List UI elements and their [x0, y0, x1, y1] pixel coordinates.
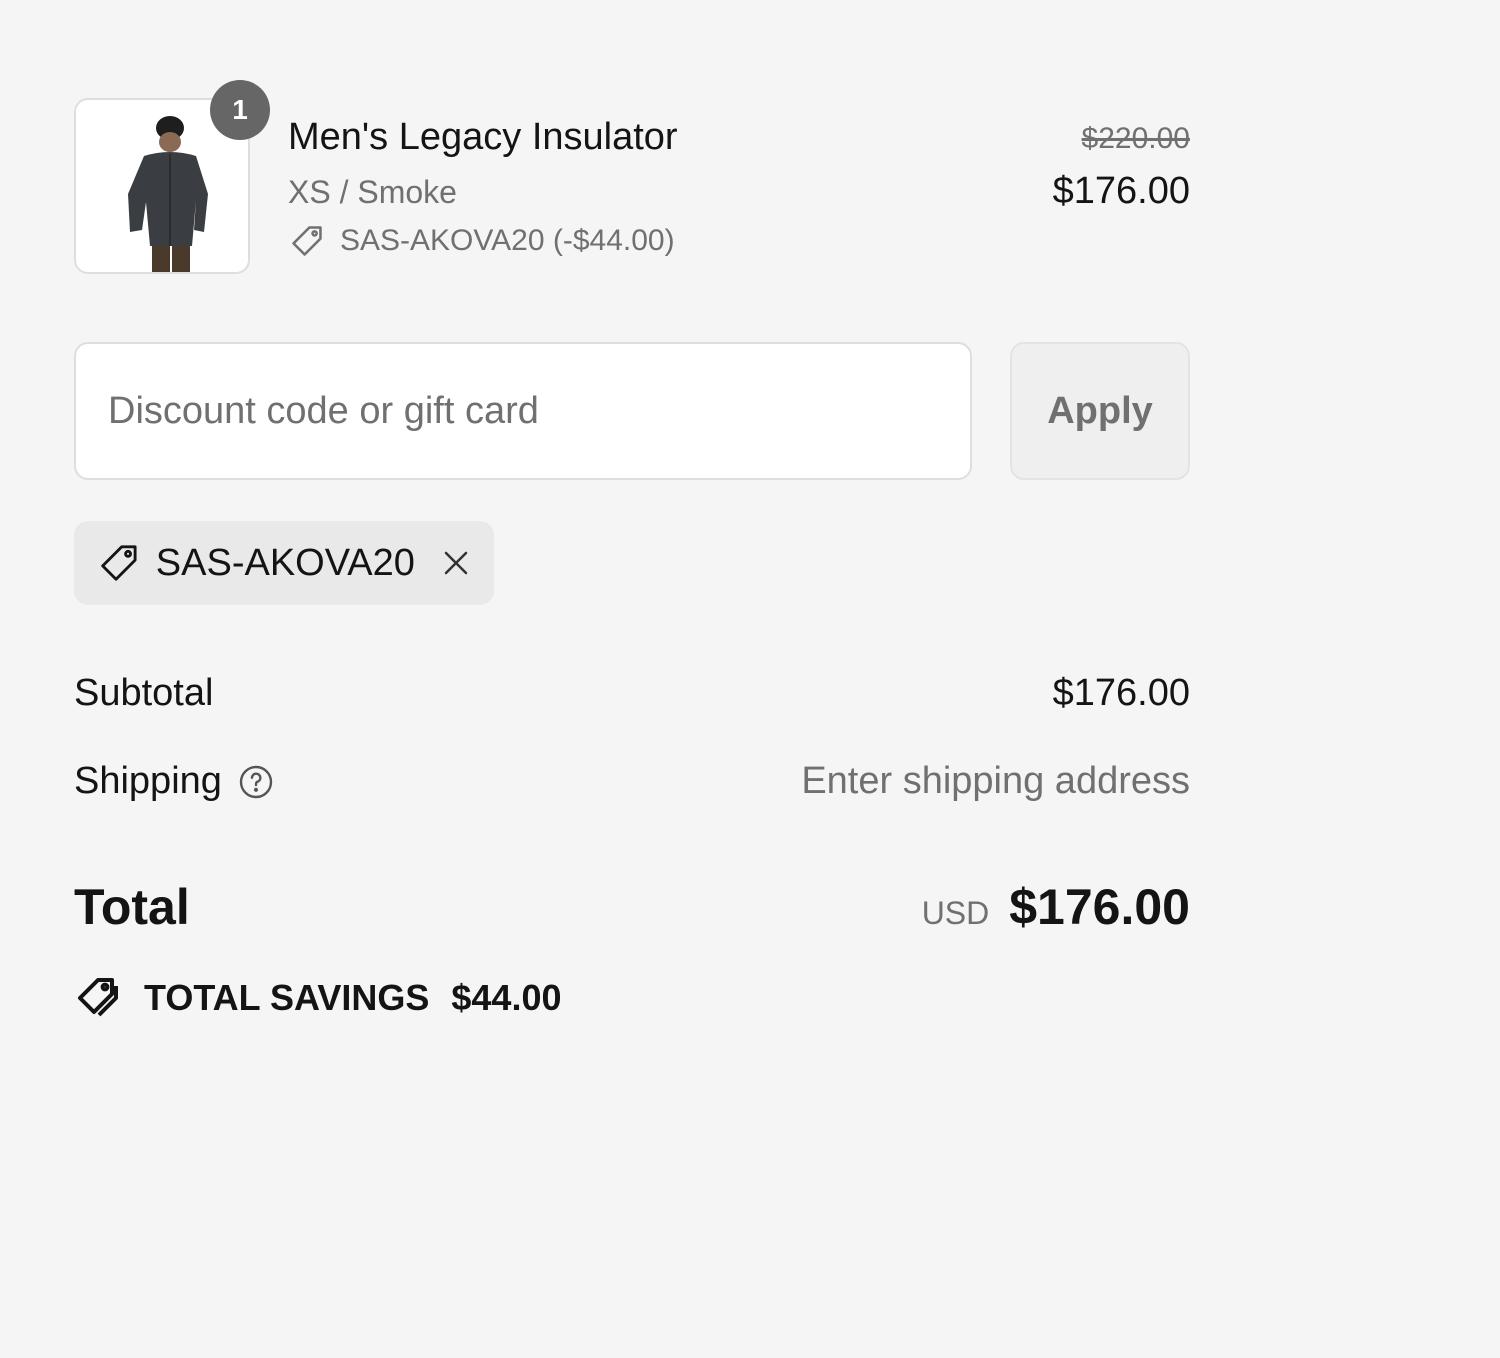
subtotal-label: Subtotal: [74, 672, 214, 714]
close-icon: [445, 551, 468, 575]
help-icon[interactable]: [238, 764, 274, 800]
shipping-value: Enter shipping address: [801, 760, 1190, 802]
applied-code-text: SAS-AKOVA20: [155, 541, 415, 584]
savings-label: TOTAL SAVINGS: [144, 977, 430, 1018]
subtotal-value: $176.00: [1052, 672, 1190, 714]
applied-discount-chip: SAS-AKOVA20: [74, 521, 494, 605]
line-item: 1 Men's Legacy Insulator XS / Smoke SAS-…: [74, 80, 1190, 274]
total-amount: $176.00: [1009, 879, 1190, 935]
product-title: Men's Legacy Insulator: [288, 116, 678, 158]
subtotal-row: Subtotal $176.00: [74, 672, 1190, 722]
product-variant: XS / Smoke: [288, 174, 457, 210]
total-label: Total: [74, 879, 190, 935]
total-value-group: USD $176.00: [922, 878, 1190, 936]
quantity-badge: 1: [210, 80, 270, 140]
shipping-label: Shipping: [74, 760, 222, 802]
tag-icon: [292, 226, 322, 256]
original-price: $220.00: [1081, 122, 1190, 155]
line-item-discount: SAS-AKOVA20 (-$44.00): [288, 222, 675, 260]
jacket-product-image: [128, 116, 208, 272]
discount-code-input[interactable]: [74, 342, 972, 480]
total-row: Total USD $176.00: [74, 878, 1190, 942]
order-summary: 1 Men's Legacy Insulator XS / Smoke SAS-…: [74, 0, 1190, 1358]
apply-button[interactable]: Apply: [1010, 342, 1190, 480]
currency-code: USD: [921, 895, 990, 931]
tag-icon: [101, 545, 137, 581]
shipping-label-group: Shipping: [74, 760, 274, 803]
current-price: $176.00: [1052, 170, 1190, 212]
tags-icon: [78, 978, 118, 1017]
total-savings: TOTAL SAVINGS $44.00: [74, 972, 561, 1024]
savings-amount: $44.00: [451, 977, 562, 1018]
line-item-discount-text: SAS-AKOVA20 (-$44.00): [340, 224, 675, 257]
shipping-row: Shipping Enter shipping address: [74, 760, 1190, 810]
remove-discount-button[interactable]: [441, 546, 472, 580]
product-thumbnail: 1: [74, 80, 270, 274]
discount-form: Apply: [74, 342, 1190, 480]
